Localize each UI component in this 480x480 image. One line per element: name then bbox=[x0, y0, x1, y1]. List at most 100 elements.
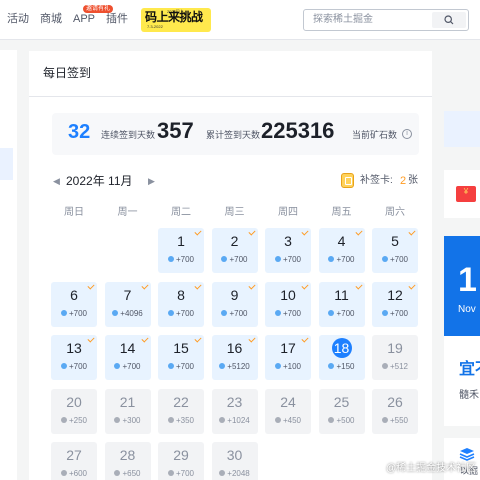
day-reward-value: +450 bbox=[282, 415, 302, 425]
ad-title: 宜不 bbox=[459, 361, 480, 378]
calendar-day[interactable]: 30 +2048 bbox=[211, 442, 258, 480]
weekday-header: 周日 周一 周二 周三 周四 周五 周六 bbox=[51, 206, 429, 220]
search-icon bbox=[444, 15, 454, 25]
calendar-day[interactable]: 6 +700 bbox=[51, 281, 97, 327]
weekday-label: 周六 bbox=[385, 207, 405, 218]
day-reward-value: +700 bbox=[389, 255, 409, 264]
ore-icon bbox=[167, 256, 174, 262]
calendar-day[interactable]: 24 +450 bbox=[265, 388, 311, 434]
right-promo-banner[interactable]: 1 Nov bbox=[444, 236, 480, 336]
day-number: 27 bbox=[66, 447, 82, 463]
right-panel-envelope[interactable]: ¥ bbox=[444, 170, 480, 218]
calendar-day[interactable]: 13 +700 bbox=[51, 335, 97, 380]
weekday-label: 周日 bbox=[64, 207, 84, 218]
day-reward-value: +700 bbox=[389, 308, 409, 318]
month-label: 2022年 11月 bbox=[66, 174, 133, 188]
day-reward: +700 bbox=[265, 309, 311, 319]
ore-icon bbox=[274, 416, 281, 423]
right-ad-card[interactable]: 宜不 髓禾 bbox=[444, 336, 480, 426]
nav-item-activity[interactable]: 活动 bbox=[7, 12, 29, 26]
title-divider bbox=[29, 96, 432, 97]
calendar-day[interactable]: 18 +150 bbox=[318, 335, 365, 380]
calendar-day[interactable]: 27 +600 bbox=[51, 442, 97, 480]
nav-item-plugins[interactable]: 插件 bbox=[106, 12, 128, 26]
left-sidebar bbox=[0, 50, 17, 480]
calendar-day[interactable]: 9 +700 bbox=[211, 281, 258, 327]
calendar-day[interactable]: 4 +700 bbox=[318, 228, 365, 273]
ore-icon bbox=[381, 363, 388, 369]
calendar-day[interactable]: 21 +300 bbox=[104, 388, 151, 434]
nav-item-app[interactable]: APP bbox=[73, 12, 95, 26]
calendar-day[interactable]: 2 +700 bbox=[211, 228, 258, 273]
checkin-stats: 32 连续签到天数 357 累计签到天数 225316 当前矿石数 i bbox=[52, 113, 419, 155]
ore-icon bbox=[114, 416, 121, 423]
day-reward-value: +5120 bbox=[227, 362, 250, 371]
day-reward: +700 bbox=[158, 362, 204, 372]
calendar-day[interactable]: 25 +500 bbox=[318, 388, 365, 434]
search-input[interactable]: 探索稀土掘金 bbox=[303, 9, 469, 31]
calendar-day[interactable]: 1 +700 bbox=[158, 228, 204, 273]
retro-card-count: 2 bbox=[400, 175, 407, 187]
day-reward-value: +650 bbox=[122, 469, 141, 478]
ore-icon bbox=[328, 309, 335, 316]
day-number: 25 bbox=[333, 393, 350, 410]
day-reward: +700 bbox=[319, 309, 365, 319]
calendar-day[interactable]: 22 +350 bbox=[158, 388, 204, 434]
info-icon[interactable]: i bbox=[402, 129, 412, 139]
calendar-day[interactable]: 17 +100 bbox=[265, 335, 311, 380]
calendar-day[interactable]: 12 +700 bbox=[372, 281, 418, 327]
calendar-day[interactable]: 26 +550 bbox=[372, 388, 418, 434]
day-reward: +500 bbox=[319, 416, 365, 426]
day-number: 22 bbox=[173, 393, 189, 410]
day-reward: +700 bbox=[372, 309, 418, 319]
calendar-day[interactable]: 16 +5120 bbox=[211, 335, 258, 380]
calendar-day[interactable]: 8 +700 bbox=[158, 281, 204, 327]
calendar-day[interactable]: 3 +700 bbox=[265, 228, 311, 273]
ore-icon bbox=[381, 309, 388, 316]
ore-icon bbox=[114, 363, 121, 369]
day-number: 24 bbox=[280, 393, 296, 410]
calendar-day[interactable]: 23 +1024 bbox=[211, 388, 258, 434]
search-button[interactable] bbox=[432, 12, 466, 28]
ore-icon bbox=[60, 363, 67, 369]
right-panel-top[interactable] bbox=[444, 111, 480, 147]
calendar-day[interactable]: 19 +512 bbox=[372, 335, 418, 380]
day-number: 18 bbox=[333, 340, 350, 356]
day-reward-value: +700 bbox=[175, 255, 195, 264]
search-placeholder: 探索稀土掘金 bbox=[313, 14, 373, 25]
calendar-day[interactable]: 20 +250 bbox=[51, 388, 97, 434]
calendar-day[interactable]: 7 +4096 bbox=[104, 281, 151, 327]
ore-icon bbox=[221, 256, 228, 262]
ore-icon bbox=[274, 309, 281, 316]
layers-icon bbox=[459, 448, 475, 461]
ore-icon bbox=[167, 363, 174, 369]
day-reward: +5120 bbox=[212, 362, 258, 372]
left-sidebar-active-item[interactable] bbox=[0, 148, 13, 180]
prev-month-icon[interactable]: ◀ bbox=[53, 173, 60, 189]
next-month-icon[interactable]: ▶ bbox=[148, 173, 155, 189]
calendar-day[interactable]: 11 +700 bbox=[318, 281, 365, 327]
day-reward-value: +350 bbox=[175, 415, 195, 425]
day-reward: +700 bbox=[265, 255, 311, 265]
calendar-day[interactable]: 15 +700 bbox=[158, 335, 204, 380]
envelope-glyph: ¥ bbox=[463, 187, 469, 196]
day-reward-value: +550 bbox=[389, 415, 409, 425]
day-reward-value: +700 bbox=[175, 308, 195, 318]
day-reward-value: +700 bbox=[122, 362, 141, 371]
day-number: 21 bbox=[119, 393, 136, 410]
day-number: 26 bbox=[387, 393, 403, 410]
calendar-day[interactable]: 29 +700 bbox=[158, 442, 204, 480]
retro-card-unit: 张 bbox=[408, 175, 418, 186]
calendar-day[interactable]: 5 +700 bbox=[372, 228, 418, 273]
calendar-day[interactable]: 10 +700 bbox=[265, 281, 311, 327]
ore-icon bbox=[112, 309, 119, 316]
day-reward: +1024 bbox=[212, 416, 258, 426]
red-envelope-icon: ¥ bbox=[456, 186, 476, 202]
calendar-day[interactable]: 28 +650 bbox=[104, 442, 151, 480]
ore-icon bbox=[381, 416, 388, 423]
calendar-day[interactable]: 14 +700 bbox=[104, 335, 151, 380]
nav-item-shop[interactable]: 商城 bbox=[40, 12, 62, 26]
campaign-banner[interactable]: 2022码上 码上来挑战 7.3-2022 bbox=[141, 8, 211, 32]
ore-count-label: 当前矿石数 bbox=[352, 130, 398, 140]
campaign-banner-date: 7.3-2022 bbox=[147, 24, 163, 29]
